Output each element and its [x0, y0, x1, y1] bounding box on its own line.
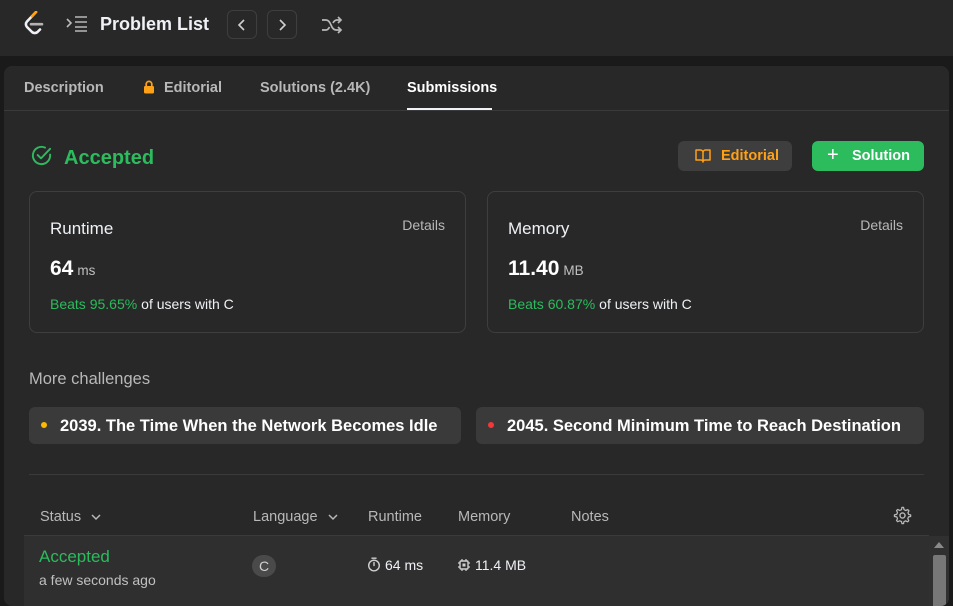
- shuffle-icon[interactable]: [320, 14, 344, 36]
- row-runtime: 64 ms: [367, 557, 423, 573]
- scrollbar-thumb[interactable]: [933, 555, 946, 606]
- language-header-label: Language: [253, 509, 318, 525]
- challenge-label: 2039. The Time When the Network Becomes …: [60, 417, 438, 435]
- leetcode-logo[interactable]: [22, 11, 46, 37]
- challenge-chip[interactable]: 2039. The Time When the Network Becomes …: [29, 407, 461, 444]
- chevron-down-icon: [328, 514, 338, 521]
- runtime-details-link[interactable]: Details: [402, 217, 445, 233]
- language-column-header[interactable]: Language: [253, 509, 338, 525]
- tab-description[interactable]: Description: [24, 80, 104, 96]
- next-problem-button[interactable]: [267, 10, 297, 39]
- row-memory-value: 11.4 MB: [475, 557, 527, 573]
- submission-status: Accepted: [64, 147, 155, 169]
- tab-solutions[interactable]: Solutions (2.4K): [260, 80, 370, 96]
- row-submitted-time: a few seconds ago: [39, 572, 156, 588]
- runtime-card[interactable]: Runtime Details 64 ms Beats 95.65% of user…: [29, 191, 466, 333]
- settings-gear-icon[interactable]: [893, 506, 912, 525]
- chevron-left-icon: [237, 18, 245, 31]
- challenge-label: 2045. Second Minimum Time to Reach Desti…: [507, 417, 901, 435]
- editorial-button-label: Editorial: [721, 148, 780, 164]
- runtime-value: 64 ms: [50, 257, 95, 281]
- book-open-icon: [695, 149, 711, 163]
- memory-number: 11.40: [508, 257, 560, 280]
- challenge-chip[interactable]: 2045. Second Minimum Time to Reach Desti…: [476, 407, 924, 444]
- chevron-down-icon: [91, 514, 101, 521]
- runtime-beats-suffix: of users with C: [141, 296, 234, 312]
- memory-unit: MB: [563, 263, 584, 278]
- memory-beats-percent: Beats 60.87%: [508, 296, 596, 312]
- runtime-card-title: Runtime: [50, 219, 114, 238]
- post-solution-button[interactable]: + Solution: [812, 141, 924, 171]
- submissions-table-header: Status Language Runtime Memory Notes: [4, 504, 949, 536]
- scroll-up-arrow-icon[interactable]: [934, 542, 944, 548]
- submission-panel: Description Editorial Solutions (2.4K) S…: [4, 66, 949, 606]
- language-badge: C: [252, 555, 276, 577]
- runtime-unit: ms: [77, 263, 96, 278]
- memory-card-title: Memory: [508, 219, 570, 238]
- tab-submissions[interactable]: Submissions: [407, 80, 497, 96]
- check-circle-icon: [31, 145, 52, 166]
- runtime-beats-percent: Beats 95.65%: [50, 296, 138, 312]
- memory-beats: Beats 60.87% of users with C: [508, 296, 692, 312]
- status-column-header[interactable]: Status: [40, 509, 101, 525]
- status-header-label: Status: [40, 509, 82, 525]
- chevron-right-icon: [279, 18, 287, 31]
- section-divider: [29, 474, 924, 475]
- runtime-number: 64: [50, 257, 74, 280]
- notes-column-header: Notes: [571, 509, 609, 525]
- memory-details-link[interactable]: Details: [860, 217, 903, 233]
- difficulty-dot-hard: [488, 422, 494, 428]
- prev-problem-button[interactable]: [227, 10, 257, 39]
- solution-button-label: Solution: [852, 148, 910, 164]
- row-status[interactable]: Accepted: [39, 547, 110, 567]
- lock-icon: [144, 80, 154, 94]
- problem-list-title[interactable]: Problem List: [100, 14, 209, 35]
- difficulty-dot-medium: [41, 422, 47, 428]
- runtime-column-header: Runtime: [368, 509, 422, 525]
- list-indent-icon[interactable]: [66, 15, 88, 33]
- stopwatch-icon: [367, 557, 381, 572]
- memory-beats-suffix: of users with C: [599, 296, 692, 312]
- runtime-beats: Beats 95.65% of users with C: [50, 296, 234, 312]
- editorial-button[interactable]: Editorial: [678, 141, 792, 171]
- more-challenges-title: More challenges: [29, 370, 151, 388]
- active-tab-indicator: [407, 108, 492, 110]
- row-memory: 11.4 MB: [457, 557, 526, 573]
- top-bar: Problem List: [0, 0, 953, 56]
- memory-column-header: Memory: [458, 509, 511, 525]
- chip-icon: [458, 559, 470, 571]
- row-runtime-value: 64 ms: [385, 557, 424, 573]
- plus-icon: +: [827, 144, 839, 166]
- tab-bar: Description Editorial Solutions (2.4K) S…: [4, 66, 949, 111]
- memory-card[interactable]: Memory Details 11.40 MB Beats 60.87% of us…: [487, 191, 924, 333]
- tab-editorial[interactable]: Editorial: [164, 80, 222, 96]
- memory-value: 11.40 MB: [508, 257, 584, 281]
